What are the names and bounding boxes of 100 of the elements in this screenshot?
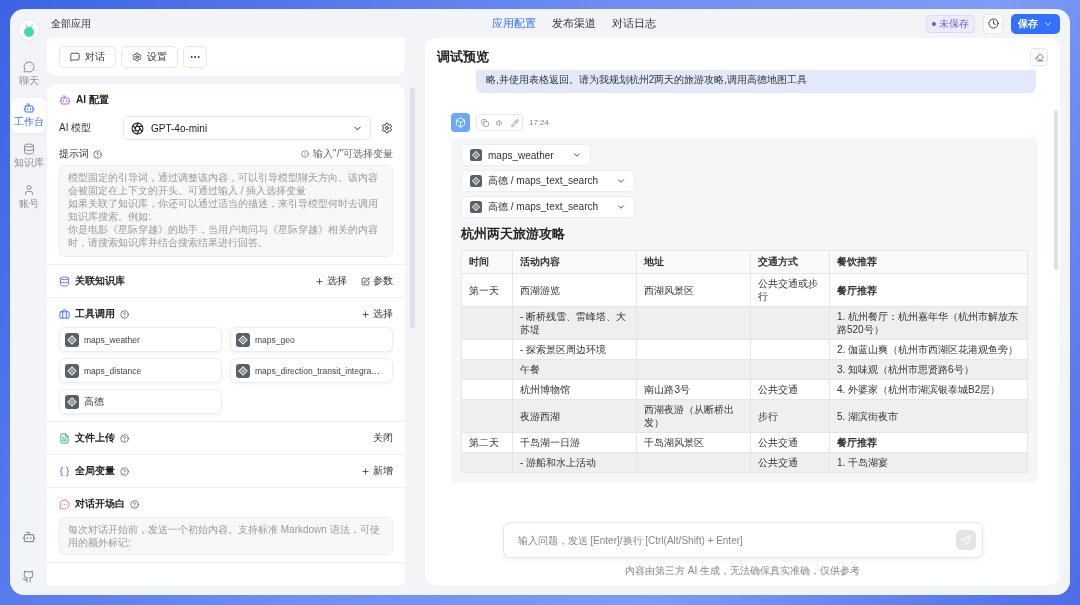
message-time: 17:24: [529, 118, 550, 127]
help-icon[interactable]: [120, 466, 129, 476]
table-cell: 餐厅推荐: [836, 284, 877, 296]
table-cell: 千岛湖一日游: [519, 437, 580, 448]
edit-icon: [361, 276, 370, 286]
tool-card[interactable]: 高德: [59, 389, 222, 414]
tool-icon: [236, 363, 250, 378]
tool-card[interactable]: maps_direction_transit_integra…: [230, 358, 393, 383]
table-cell: - 断桥残雪、雷峰塔、大苏堤: [519, 311, 627, 335]
help-icon[interactable]: [120, 309, 129, 319]
chevron-down-icon: [616, 176, 627, 186]
section-action[interactable]: 选择: [315, 274, 347, 288]
chat-icon: [70, 52, 80, 62]
user-message: 略,并使用表格返回。请为我规划杭州2两天的旅游攻略,调用高德地图工具: [476, 70, 1036, 93]
clear-button[interactable]: [1030, 48, 1048, 66]
app-logo: [17, 19, 40, 41]
database-icon: [59, 275, 70, 287]
robot-icon: [22, 102, 35, 114]
speaker-icon: [495, 118, 504, 127]
help-icon[interactable]: [120, 433, 129, 443]
tool-card[interactable]: maps_weather: [59, 327, 222, 352]
section-action[interactable]: 选择: [361, 307, 393, 321]
table-cell: 3. 知味观（杭州市思贤路6号）: [836, 364, 974, 375]
table-cell: 公共交通或步行: [757, 278, 818, 302]
table-cell: 第二天: [469, 437, 499, 448]
tool-card[interactable]: maps_distance: [59, 358, 222, 383]
chat-icon: [22, 61, 35, 73]
history-button[interactable]: [983, 13, 1003, 34]
file-icon: [59, 432, 70, 444]
panel-title: 调试预览: [437, 48, 489, 66]
model-logo-icon: [131, 121, 144, 135]
section-action[interactable]: 新增: [361, 464, 393, 478]
table-cell: 公共交通: [757, 437, 798, 448]
braces-icon: [59, 465, 70, 477]
more-button[interactable]: [183, 46, 207, 68]
robot-icon[interactable]: [21, 530, 36, 544]
table-cell: 5. 湖滨街夜市: [836, 410, 898, 422]
copy-icon: [480, 118, 489, 127]
chat-input[interactable]: 输入问题，发送 [Enter]/换行 [Ctrl(Alt/Shift) + Enter]: [502, 522, 983, 558]
tool-call-chip[interactable]: 高德 / maps_text_search: [461, 196, 636, 218]
table-cell: 步行: [757, 410, 778, 422]
github-icon[interactable]: [22, 570, 35, 583]
section-title: 工具调用: [75, 307, 115, 321]
header-tab[interactable]: 对话日志: [611, 16, 656, 31]
table-cell: 千岛湖风景区: [644, 437, 705, 448]
header-tab[interactable]: 应用配置: [491, 16, 536, 31]
table-cell: 公共交通: [757, 457, 798, 468]
section-title: 对话开场白: [75, 497, 125, 511]
help-icon[interactable]: [93, 149, 102, 159]
table-header: 餐饮推荐: [829, 250, 1028, 274]
table-cell: 午餐: [519, 364, 540, 375]
pencil-icon: [510, 118, 519, 127]
tool-icon: [470, 149, 482, 161]
section-title: 文件上传: [75, 431, 115, 445]
tool-call-chip[interactable]: 高德 / maps_text_search: [461, 170, 636, 192]
table-cell: 西湖夜游（从断桥出发）: [644, 404, 735, 428]
prompt-label: 提示词: [59, 147, 89, 161]
table-cell: 1. 杭州餐厅：杭州嘉年华（杭州市解放东路520号）: [836, 311, 1018, 335]
info-icon: [301, 150, 310, 158]
table-cell: - 探索景区周边环境: [519, 344, 607, 355]
table-cell: 2. 伽蓝山爽（杭州市西湖区花港观鱼旁）: [836, 344, 1018, 355]
variable-hint: 输入"/"可选择变量: [313, 147, 393, 161]
section-action[interactable]: 参数: [361, 274, 393, 288]
tool-icon: [65, 363, 79, 378]
eraser-icon: [1034, 52, 1044, 62]
model-select[interactable]: GPT-4o-mini: [123, 116, 371, 140]
chevron-down-icon: [616, 202, 627, 212]
help-icon[interactable]: [130, 499, 139, 509]
breadcrumb[interactable]: 全部应用: [51, 16, 91, 31]
table-header: 时间: [461, 250, 513, 274]
table-cell: 4. 外婆家（杭州市湖滨银泰城B2层）: [836, 384, 1001, 395]
table-cell: - 游船和水上活动: [519, 457, 597, 468]
tool-icon: [470, 201, 482, 213]
cube-icon: [455, 117, 466, 128]
chat-bubble-icon: [59, 498, 70, 510]
tool-card[interactable]: maps_geo: [230, 327, 393, 352]
briefcase-icon: [59, 308, 70, 320]
tool-call-chip[interactable]: maps_weather: [461, 144, 591, 166]
settings-icon: [132, 52, 142, 62]
chevron-down-icon: [571, 150, 582, 160]
table-cell: 1. 千岛湖宴: [836, 457, 888, 468]
save-status-badge: 未保存: [926, 14, 975, 33]
table-header: 交通方式: [750, 250, 830, 274]
toolbar-button[interactable]: 对话: [59, 46, 116, 68]
save-button[interactable]: 保存: [1011, 13, 1060, 34]
settings-icon[interactable]: [381, 122, 393, 134]
header-tab[interactable]: 发布渠道: [551, 16, 596, 31]
plus-icon: [361, 466, 370, 476]
section-action[interactable]: 关闭: [373, 431, 393, 445]
tool-icon: [65, 394, 79, 409]
toolbar-button[interactable]: 设置: [121, 46, 178, 68]
table-cell: 西湖风景区: [644, 284, 695, 296]
section-title: AI 配置: [76, 93, 109, 107]
table-cell: 西湖游览: [519, 284, 560, 296]
table-cell: 公共交通: [757, 384, 798, 395]
table-cell: 夜游西湖: [519, 410, 560, 422]
table-cell: 南山路3号: [644, 384, 690, 395]
tool-icon: [236, 332, 250, 347]
nav-item[interactable]: 工作台: [11, 98, 46, 133]
tool-icon: [65, 332, 79, 347]
